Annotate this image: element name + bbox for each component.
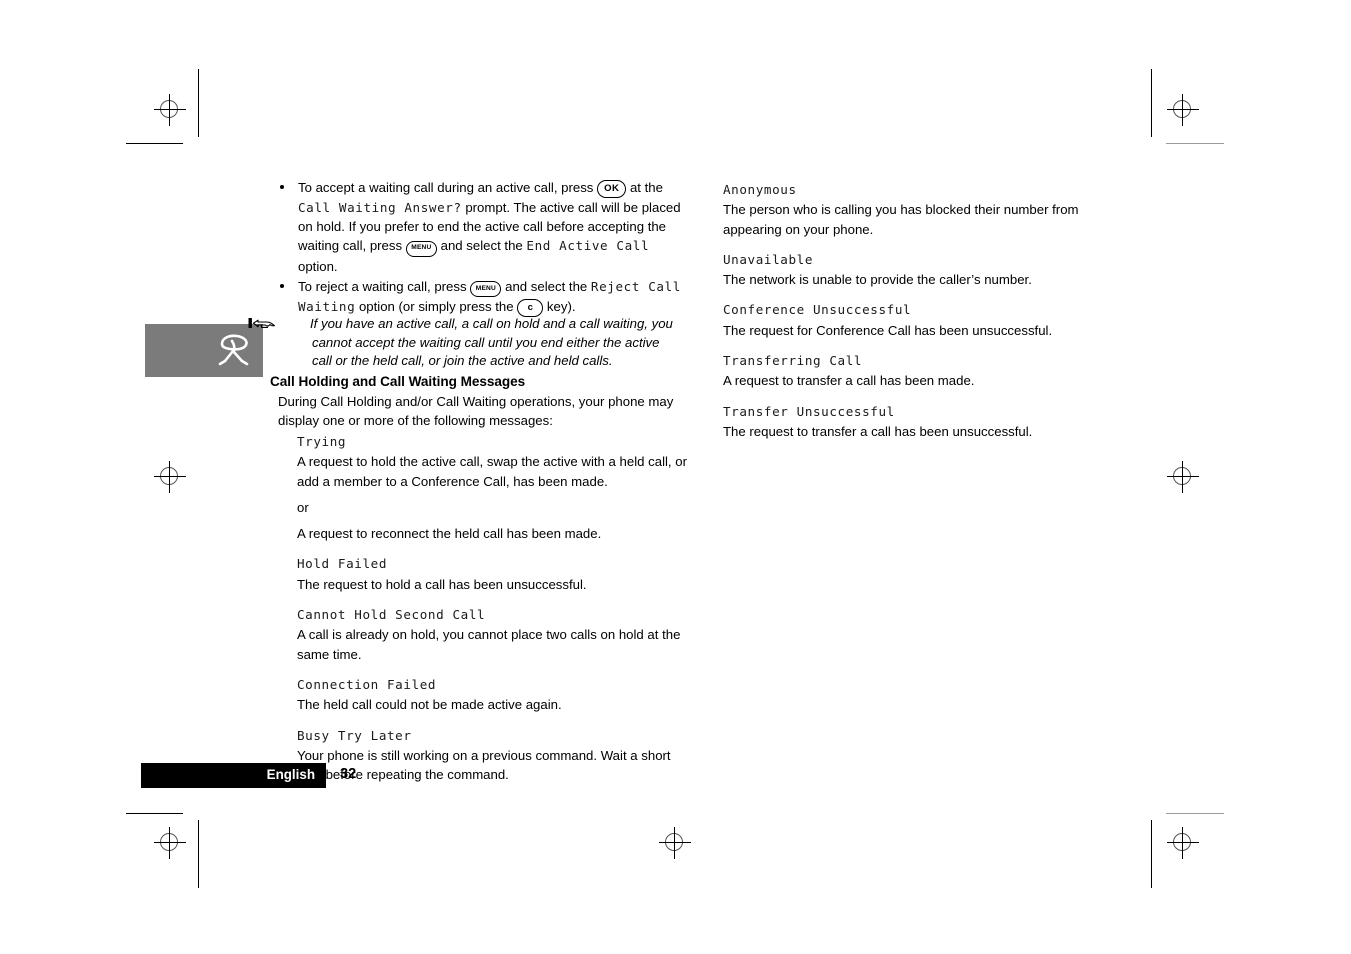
bullet-dot-icon xyxy=(280,283,284,288)
registration-mark-bottom-left xyxy=(153,826,187,860)
bullet-dot-icon xyxy=(280,185,284,189)
message-description: The request to transfer a call has been … xyxy=(723,423,1033,439)
phone-icon-marginal-box xyxy=(145,324,263,377)
registration-mark-middle-right xyxy=(1166,460,1200,494)
section-intro: During Call Holding and/or Call Waiting … xyxy=(278,394,674,429)
phone-handset-icon xyxy=(218,334,249,366)
message-term: Conference Unsuccessful xyxy=(723,302,912,318)
message-description: or xyxy=(297,499,309,515)
message-description: A call is already on hold, you cannot pl… xyxy=(297,627,681,662)
registration-mark-bottom-right xyxy=(1166,826,1200,860)
message-description: The request to hold a call has been unsu… xyxy=(297,576,587,592)
instruction-bullet-list: To accept a waiting call during an activ… xyxy=(272,178,682,317)
key-menu-icon: MENU xyxy=(405,240,437,257)
display-text: Call Waiting Answer? xyxy=(298,199,462,215)
bullet-text: To accept a waiting call during an activ… xyxy=(298,180,681,274)
message-term: Cannot Hold Second Call xyxy=(297,607,486,623)
page-number: 32 xyxy=(340,766,357,782)
registration-mark-top-left xyxy=(153,93,187,127)
note-callout: If you have an active call, a call on ho… xyxy=(248,315,682,371)
footer-language-label: English xyxy=(266,767,315,782)
pointing-hand-icon xyxy=(248,317,310,330)
key-menu-icon: MENU xyxy=(470,281,502,297)
crop-mark-top-right-horizontal xyxy=(1166,143,1224,144)
message-description: A request to transfer a call has been ma… xyxy=(723,373,975,389)
messages-right-list: Anonymous The person who is calling you h… xyxy=(723,180,1123,441)
left-column: To accept a waiting call during an activ… xyxy=(272,178,682,317)
list-item: To reject a waiting call, press MENU and… xyxy=(272,277,682,317)
message-term: Anonymous xyxy=(723,182,797,197)
registration-mark-bottom-center xyxy=(658,826,692,860)
crop-mark-top-right-vertical xyxy=(1151,69,1152,137)
message-term: Transferring Call xyxy=(723,353,863,369)
display-text: End Active Call xyxy=(526,238,650,254)
crop-mark-bottom-right-horizontal xyxy=(1166,813,1224,814)
footer-language-bar: English xyxy=(141,763,326,788)
key-ok-icon: OK xyxy=(597,180,627,198)
crop-mark-top-left-horizontal xyxy=(126,143,183,144)
message-description: A request to reconnect the held call has… xyxy=(297,526,602,542)
message-term: Busy Try Later xyxy=(297,727,412,743)
crop-mark-bottom-left-horizontal xyxy=(126,813,183,814)
message-term: Transfer Unsuccessful xyxy=(723,403,895,419)
crop-mark-bottom-right-vertical xyxy=(1151,820,1152,888)
message-term: Unavailable xyxy=(723,251,814,267)
message-term: Connection Failed xyxy=(297,676,437,692)
page-title: Call Holding and Call Waiting Messages xyxy=(270,374,526,389)
crop-mark-bottom-left-vertical xyxy=(198,820,199,888)
crop-mark-top-left-vertical xyxy=(198,69,199,137)
message-description: The held call could not be made active a… xyxy=(297,697,562,713)
message-description: The person who is calling you has blocke… xyxy=(723,202,1079,237)
message-term: Trying xyxy=(297,434,347,449)
list-item: To accept a waiting call during an activ… xyxy=(272,178,682,276)
message-description: The network is unable to provide the cal… xyxy=(723,272,1032,288)
document-page: To accept a waiting call during an activ… xyxy=(0,0,1351,954)
registration-mark-middle-left xyxy=(153,460,187,494)
messages-left-list: Trying A request to hold the active call,… xyxy=(297,432,689,784)
message-term: Hold Failed xyxy=(297,556,388,572)
note-body: If you have an active call, a call on ho… xyxy=(248,315,682,371)
note-text: If you have an active call, a call on ho… xyxy=(310,316,673,369)
message-description: The request for Conference Call has been… xyxy=(723,322,1053,338)
message-description: A request to hold the active call, swap … xyxy=(297,454,687,489)
registration-mark-top-right xyxy=(1166,93,1200,127)
bullet-text: To reject a waiting call, press MENU and… xyxy=(298,279,681,317)
